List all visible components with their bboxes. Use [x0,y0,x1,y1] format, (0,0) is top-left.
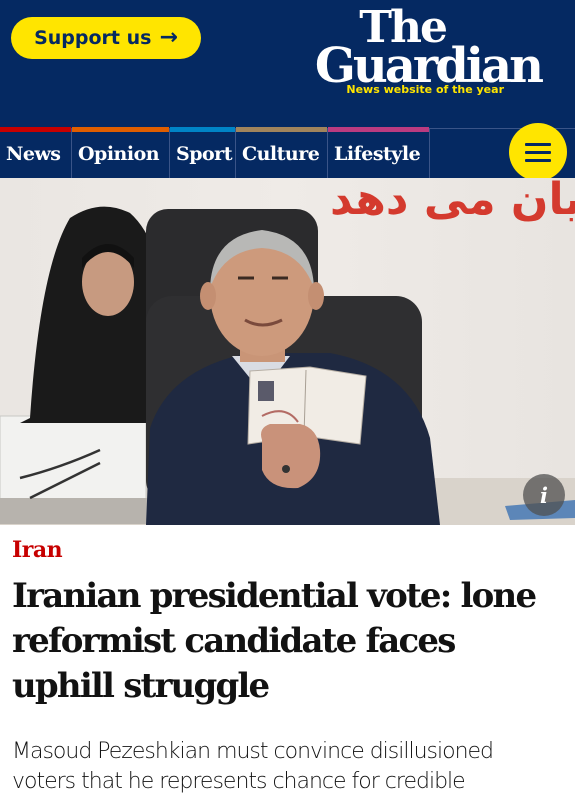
info-icon: i [540,482,548,508]
tagline: News website of the year [346,83,504,96]
nav-item-sport[interactable]: Sport [170,127,236,178]
nav-item-label: News [6,142,61,165]
hamburger-icon-line [525,158,551,162]
lead-photo-illustration: هایان می دهد [0,178,575,525]
lead-photo[interactable]: هایان می دهد [0,178,575,525]
wall-slogan: هایان می دهد [330,178,575,225]
nav-item-culture[interactable]: Culture [236,127,328,178]
nav-item-label: Sport [176,142,232,165]
image-info-button[interactable]: i [523,474,565,516]
support-us-label: Support us [34,27,152,49]
headline-line: Iranian presidential vote: lone [12,576,537,616]
headline-line: reformist candidate faces [12,621,456,661]
nav-item-opinion[interactable]: Opinion [72,127,170,178]
headline-line: uphill struggle [12,666,270,706]
nav-item-lifestyle[interactable]: Lifestyle [328,127,430,178]
article-headline[interactable]: Iranian presidential vote: lone reformis… [12,574,572,709]
support-us-button[interactable]: Support us → [11,17,201,59]
arrow-right-icon: → [159,25,178,50]
nav-item-label: Culture [242,142,320,165]
article-kicker[interactable]: Iran [12,537,63,563]
hamburger-icon-line [525,150,551,154]
standfirst-line: Masoud Pezeshkian must convince disillus… [12,739,494,764]
nav-item-label: Opinion [78,142,160,165]
nav-item-news[interactable]: News [0,127,72,178]
hamburger-icon [525,142,551,146]
article-standfirst: Masoud Pezeshkian must convince disillus… [12,737,572,797]
menu-button[interactable] [509,123,567,181]
pillar-nav: News Opinion Sport Culture Lifestyle [0,127,575,178]
nav-item-label: Lifestyle [334,142,421,165]
masthead: Support us → The Guardian News website o… [0,0,575,128]
standfirst-line: voters that he represents chance for cre… [12,769,466,794]
